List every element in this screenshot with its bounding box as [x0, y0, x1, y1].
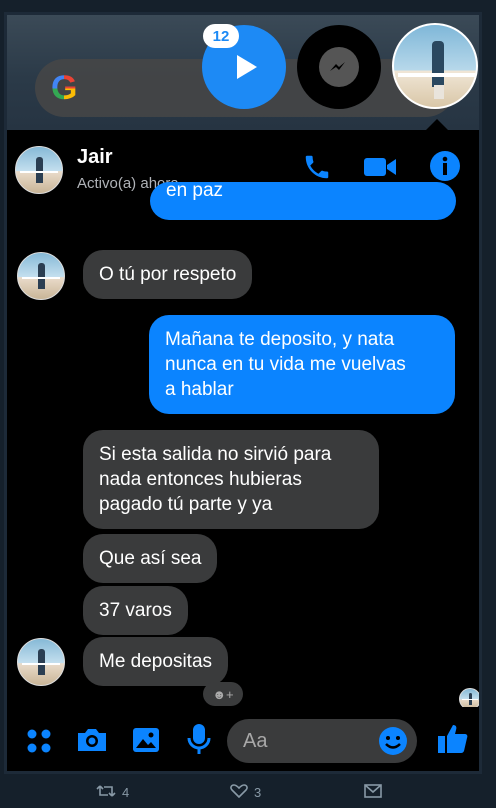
chat-head-pointer [426, 119, 448, 130]
incoming-message[interactable]: Si esta salida no sirvió para nada enton… [83, 430, 379, 529]
thumbs-up-icon[interactable] [435, 721, 471, 762]
contact-name[interactable]: Jair [77, 146, 113, 169]
heart-icon [230, 784, 248, 801]
outgoing-message[interactable]: en paz [150, 182, 456, 220]
incoming-message[interactable]: 37 varos [83, 586, 188, 635]
like-button[interactable]: 3 [230, 784, 261, 801]
message-list: en paz O tú por respeto Mañana te deposi… [7, 182, 479, 710]
share-icon [364, 784, 382, 801]
message-line: nada entonces hubieras [99, 469, 302, 490]
message-input-placeholder: Aa [243, 730, 268, 752]
contact-avatar[interactable] [15, 146, 63, 194]
message-line: nunca en tu vida me vuelvas [165, 354, 406, 375]
emoji-icon[interactable] [377, 725, 409, 762]
message-line: pagado tú parte y ya [99, 494, 273, 515]
camera-icon[interactable] [75, 725, 109, 760]
incoming-message[interactable]: Me depositas [83, 637, 229, 686]
message-text: Que así sea [99, 548, 202, 569]
share-button[interactable] [364, 784, 382, 801]
add-reaction-button[interactable]: ☻+ [203, 682, 243, 706]
messenger-chat-head[interactable] [297, 25, 381, 109]
apps-icon[interactable] [25, 727, 53, 760]
outgoing-message[interactable]: Mañana te deposito, y nata nunca en tu v… [149, 315, 455, 414]
message-line: Mañana te deposito, y nata [165, 329, 395, 350]
message-text: 37 varos [99, 600, 172, 621]
message-text: Me depositas [99, 651, 213, 672]
sender-avatar[interactable] [17, 638, 65, 686]
contact-chat-head[interactable] [392, 23, 478, 109]
gallery-icon[interactable] [131, 725, 161, 760]
chat-heads-bar: G 12 [7, 15, 479, 130]
retweet-count: 4 [122, 785, 130, 800]
tweet-actions: 4 3 [0, 784, 496, 808]
incoming-message[interactable]: O tú por respeto [83, 250, 253, 299]
message-line: a hablar [165, 379, 234, 400]
sender-avatar[interactable] [17, 252, 65, 300]
google-logo-icon: G [51, 69, 78, 107]
play-icon [237, 55, 257, 79]
message-line: Si esta salida no sirvió para [99, 444, 332, 465]
microphone-icon[interactable] [187, 723, 211, 762]
messenger-icon [319, 47, 359, 87]
composer-bar: Aa [7, 707, 479, 771]
retweet-icon [96, 784, 116, 801]
retweet-button[interactable]: 4 [96, 784, 129, 801]
message-input[interactable]: Aa [227, 719, 417, 763]
like-count: 3 [254, 785, 262, 800]
notification-badge: 12 [203, 24, 239, 48]
emoji-plus-icon: ☻+ [212, 686, 234, 702]
phone-screen: G 12 Jair Activo(a) ahora en paz O tú po… [4, 12, 482, 774]
message-text: en paz [166, 182, 224, 201]
incoming-message[interactable]: Que así sea [83, 534, 218, 583]
message-text: O tú por respeto [99, 264, 237, 285]
